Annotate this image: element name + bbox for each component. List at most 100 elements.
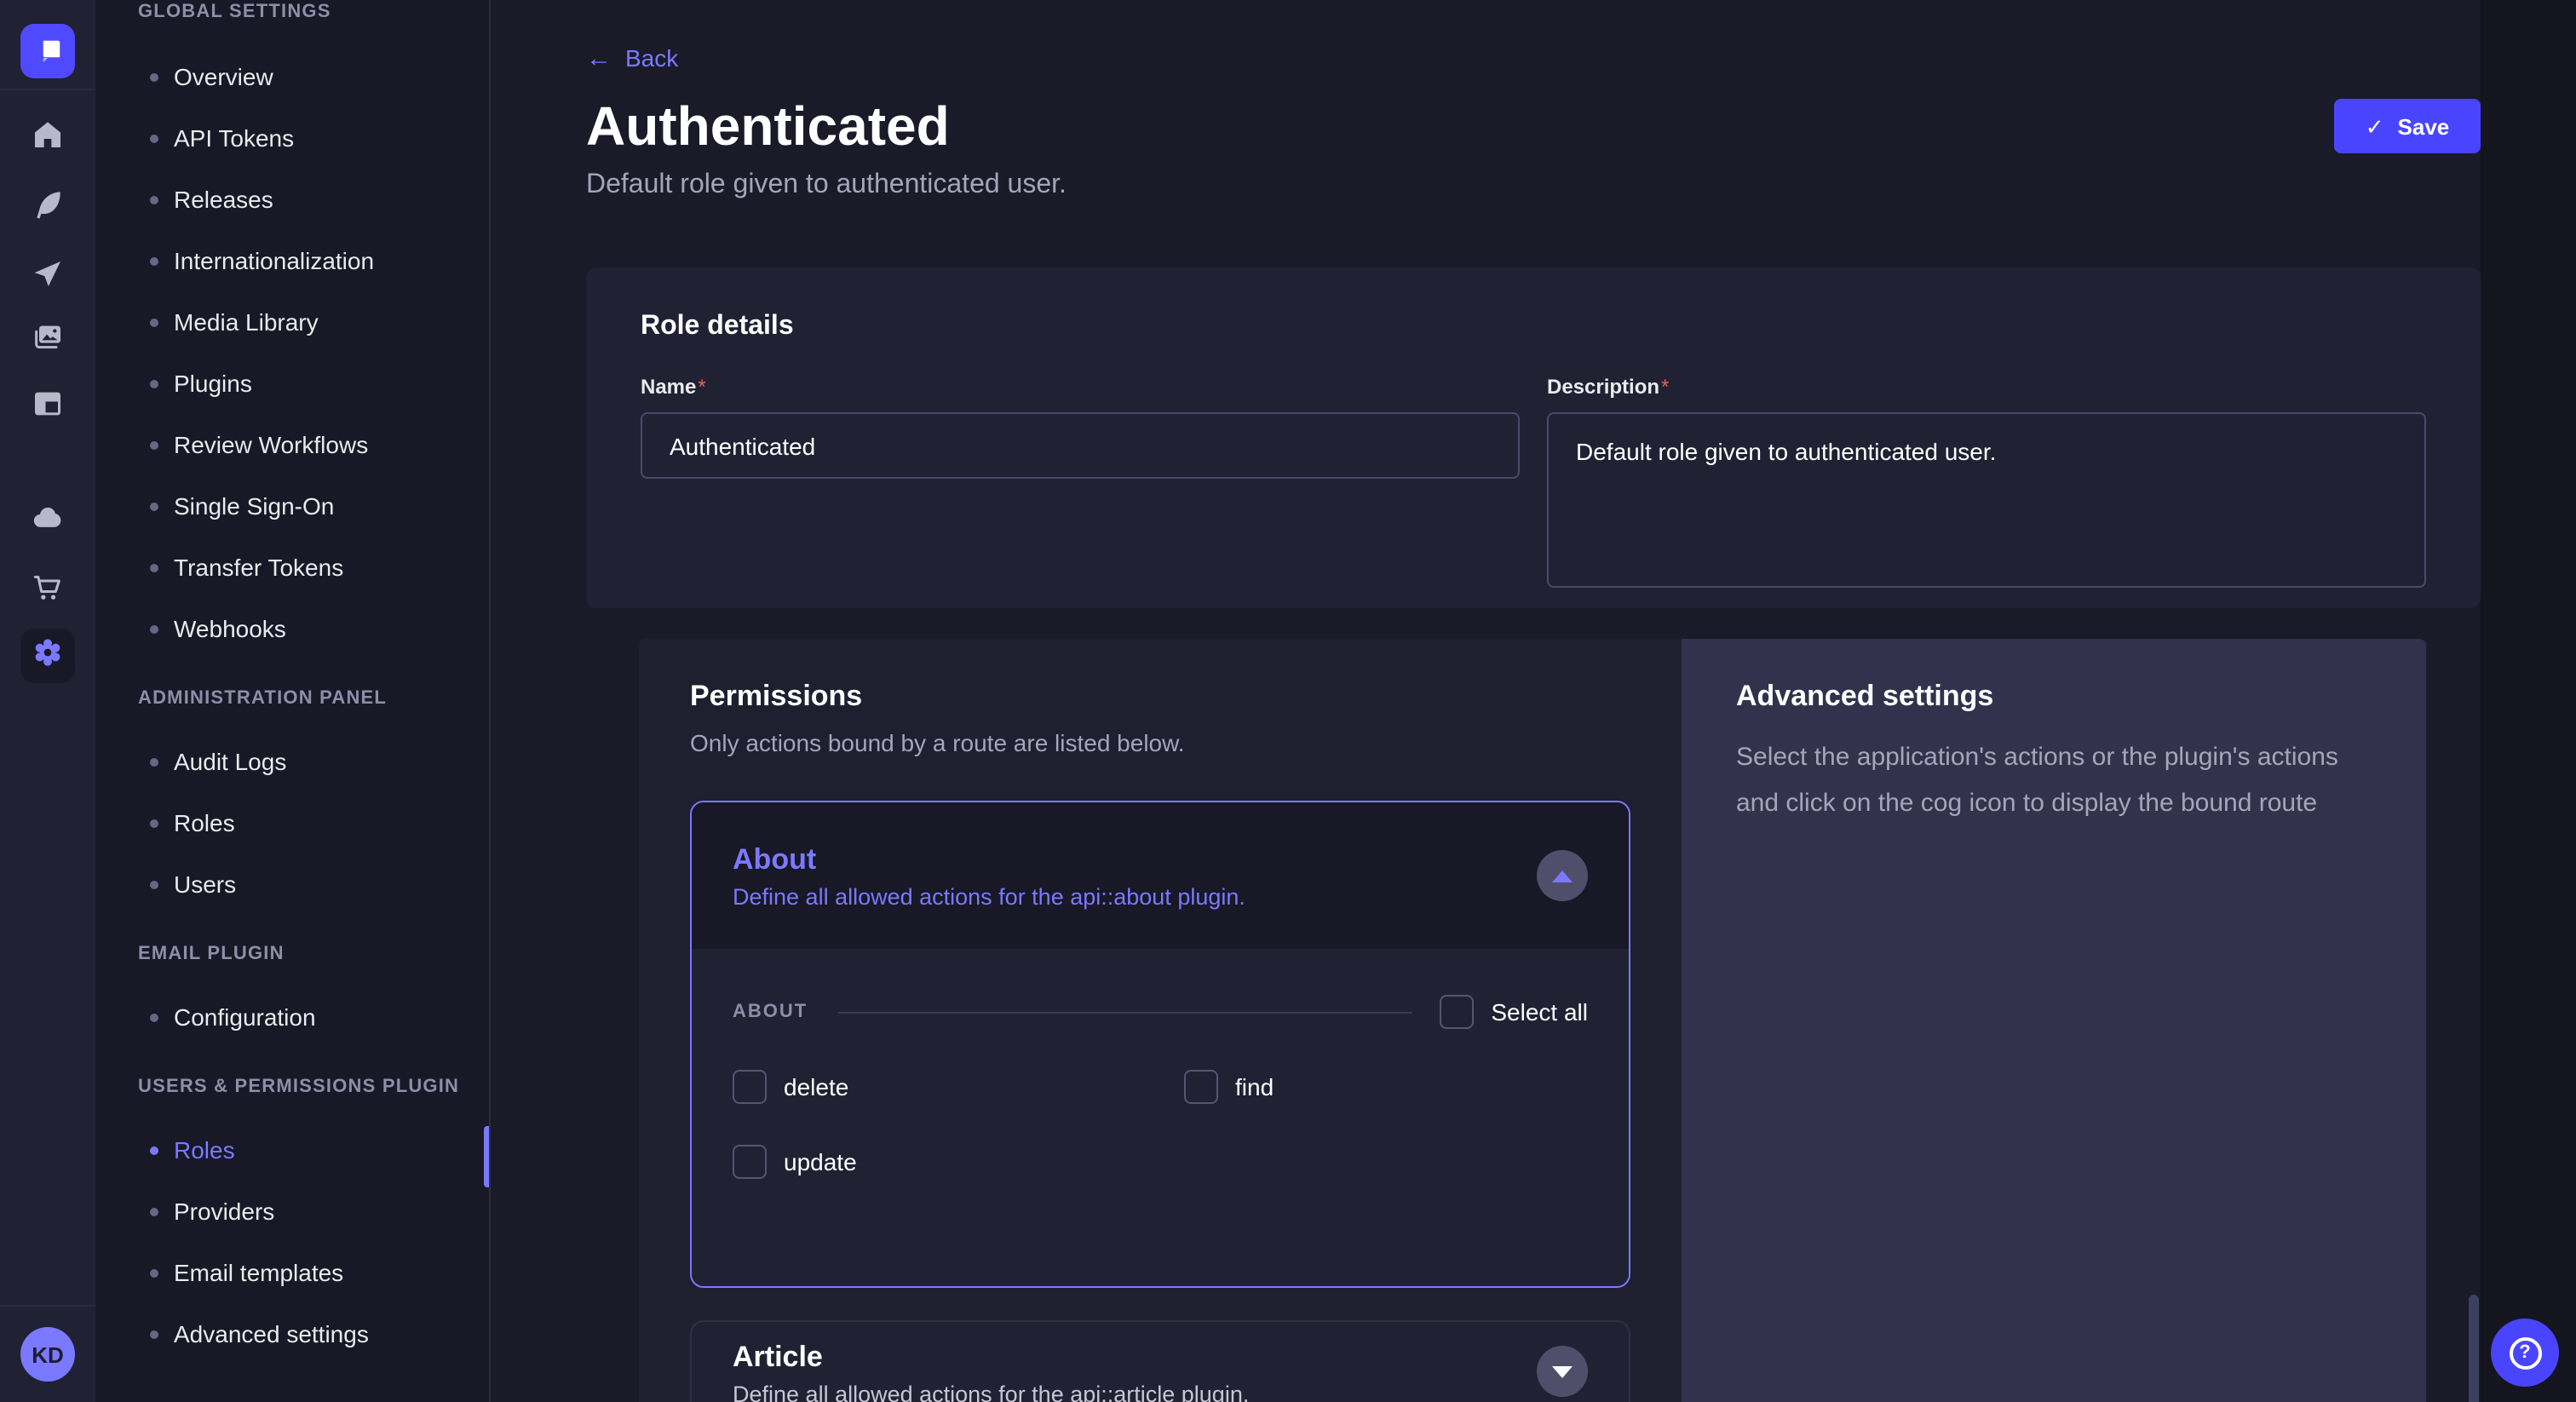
collapse-toggle-button[interactable]	[1537, 850, 1588, 901]
required-asterisk: *	[698, 375, 705, 399]
bullet-icon	[150, 195, 158, 204]
sidebar-item-admin-roles[interactable]: Roles	[95, 792, 489, 853]
rail-divider	[0, 89, 95, 90]
action-row-delete: delete	[733, 1070, 1184, 1104]
save-button-label: Save	[2398, 113, 2450, 139]
sidebar-item-admin-users[interactable]: Users	[95, 853, 489, 915]
description-label: Description	[1547, 375, 1659, 399]
feather-icon[interactable]	[31, 187, 65, 221]
accordion-about-titles: About Define all allowed actions for the…	[733, 842, 1245, 909]
sidebar-list-email: Configuration	[95, 986, 489, 1048]
sidebar-item-audit-logs[interactable]: Audit Logs	[95, 731, 489, 792]
bullet-icon	[150, 134, 158, 142]
find-label: find	[1235, 1073, 1274, 1100]
settings-nav-active[interactable]	[20, 629, 75, 683]
accordion-article-subtitle: Define all allowed actions for the api::…	[733, 1382, 1249, 1402]
description-textarea[interactable]: Default role given to authenticated user…	[1547, 412, 2426, 588]
advanced-settings-body: Select the application's actions or the …	[1736, 734, 2370, 826]
find-checkbox[interactable]	[1184, 1070, 1218, 1104]
expand-toggle-button[interactable]	[1537, 1346, 1588, 1397]
nav-rail: KD	[0, 0, 97, 1402]
page-title: Authenticated	[586, 95, 950, 158]
sidebar-item-review-workflows[interactable]: Review Workflows	[95, 414, 489, 475]
bullet-icon	[150, 819, 158, 827]
cloud-icon[interactable]	[31, 501, 65, 535]
permissions-layout: Permissions Only actions bound by a rout…	[639, 639, 2426, 1402]
permissions-heading: Permissions	[690, 680, 1630, 714]
home-icon[interactable]	[31, 118, 65, 152]
select-all-row: Select all	[1440, 995, 1588, 1029]
bullet-icon	[150, 880, 158, 888]
sidebar-section-users-permissions-plugin: USERS & PERMISSIONS PLUGIN	[95, 1077, 489, 1097]
back-label: Back	[625, 44, 678, 72]
role-details-fields: Name* Authenticated Description* Default…	[641, 371, 2426, 588]
strapi-logo[interactable]	[20, 24, 75, 78]
sidebar-section-email-plugin: EMAIL PLUGIN	[95, 944, 489, 964]
sidebar-item-overview[interactable]: Overview	[95, 46, 489, 107]
paper-plane-icon[interactable]	[31, 257, 65, 291]
save-button[interactable]: ✓ Save	[2334, 99, 2481, 153]
cart-icon[interactable]	[31, 571, 65, 605]
back-arrow-icon: ←	[586, 45, 612, 71]
sidebar-item-transfer-tokens[interactable]: Transfer Tokens	[95, 537, 489, 598]
scrollbar-thumb[interactable]	[2469, 1295, 2479, 1402]
bullet-icon	[150, 440, 158, 449]
permissions-panel: Permissions Only actions bound by a rout…	[639, 639, 1682, 1402]
layout-icon[interactable]	[31, 387, 65, 421]
sidebar-item-internationalization[interactable]: Internationalization	[95, 230, 489, 291]
sidebar-item-single-sign-on[interactable]: Single Sign-On	[95, 475, 489, 537]
sidebar-item-up-roles[interactable]: Roles	[95, 1119, 489, 1181]
images-icon[interactable]	[31, 320, 65, 354]
about-group-row: ABOUT Select all	[733, 995, 1588, 1029]
bullet-icon	[150, 72, 158, 81]
sidebar-item-media-library[interactable]: Media Library	[95, 291, 489, 353]
help-button[interactable]: ?	[2491, 1319, 2559, 1387]
sidebar-item-providers[interactable]: Providers	[95, 1181, 489, 1242]
back-link[interactable]: ← Back	[586, 44, 678, 72]
select-all-checkbox[interactable]	[1440, 995, 1474, 1029]
sidebar-section-global-settings: GLOBAL SETTINGS	[95, 2, 489, 22]
name-input-value: Authenticated	[670, 432, 815, 459]
accordion-about: About Define all allowed actions for the…	[690, 801, 1630, 1288]
sidebar-list-admin: Audit Logs Roles Users	[95, 731, 489, 915]
sidebar-item-plugins[interactable]: Plugins	[95, 353, 489, 414]
bullet-icon	[150, 1207, 158, 1215]
bullet-icon	[150, 1013, 158, 1021]
sidebar-item-configuration[interactable]: Configuration	[95, 986, 489, 1048]
accordion-article-title: Article	[733, 1341, 1249, 1375]
required-asterisk: *	[1661, 375, 1669, 399]
role-details-card: Role details Name* Authenticated Descrip…	[586, 267, 2481, 608]
accordion-about-title: About	[733, 842, 1245, 876]
bullet-icon	[150, 318, 158, 326]
accordion-article-titles: Article Define all allowed actions for t…	[733, 1341, 1249, 1402]
about-actions-grid: delete find update	[733, 1070, 1588, 1179]
sidebar-item-api-tokens[interactable]: API Tokens	[95, 107, 489, 169]
update-checkbox[interactable]	[733, 1145, 767, 1179]
user-avatar[interactable]: KD	[20, 1327, 75, 1382]
chevron-down-icon	[1552, 1365, 1573, 1377]
sidebar-list-global: Overview API Tokens Releases Internation…	[95, 46, 489, 659]
name-label: Name	[641, 375, 696, 399]
accordion-article-header[interactable]: Article Define all allowed actions for t…	[692, 1322, 1629, 1402]
accordion-about-body: ABOUT Select all delete	[692, 949, 1629, 1286]
bullet-icon	[150, 1330, 158, 1338]
description-textarea-value: Default role given to authenticated user…	[1576, 438, 1996, 465]
name-input[interactable]: Authenticated	[641, 412, 1520, 479]
group-divider	[838, 1011, 1412, 1013]
sidebar-list-users-permissions: Roles Providers Email templates Advanced…	[95, 1119, 489, 1365]
about-group-label: ABOUT	[733, 1002, 808, 1022]
sidebar-item-advanced-settings[interactable]: Advanced settings	[95, 1303, 489, 1365]
update-label: update	[784, 1148, 857, 1175]
sidebar-item-webhooks[interactable]: Webhooks	[95, 598, 489, 659]
description-field-group: Description* Default role given to authe…	[1547, 371, 2426, 588]
delete-checkbox[interactable]	[733, 1070, 767, 1104]
avatar-initials: KD	[32, 1342, 64, 1367]
role-details-heading: Role details	[641, 312, 2426, 342]
delete-label: delete	[784, 1073, 848, 1100]
strapi-logo-icon	[32, 32, 63, 71]
page-subtitle: Default role given to authenticated user…	[586, 170, 1067, 201]
sidebar-item-releases[interactable]: Releases	[95, 169, 489, 230]
rail-divider-bottom	[0, 1305, 95, 1307]
accordion-about-header[interactable]: About Define all allowed actions for the…	[692, 802, 1629, 949]
sidebar-item-email-templates[interactable]: Email templates	[95, 1242, 489, 1303]
